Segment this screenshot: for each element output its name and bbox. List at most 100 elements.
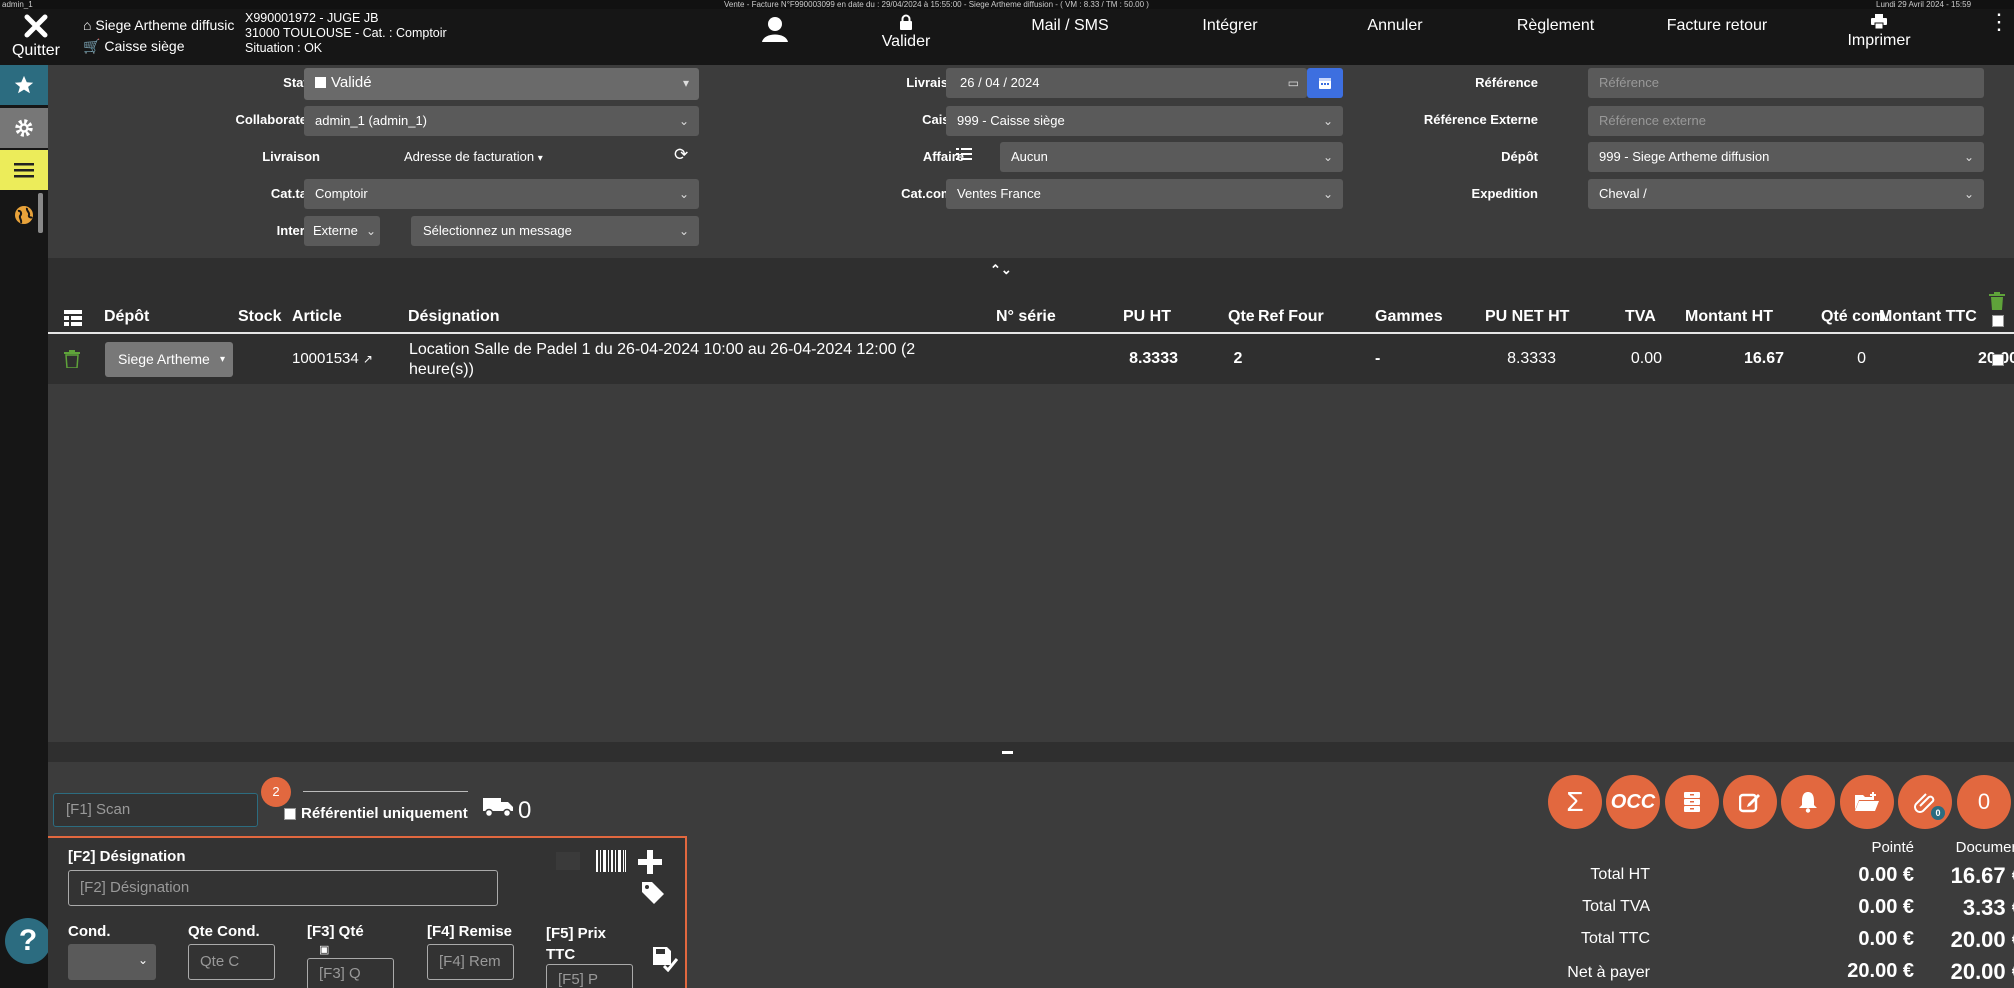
line-article-link[interactable]: 10001534 ↗ bbox=[292, 350, 373, 367]
designation-input[interactable]: [F2] Désignation bbox=[68, 870, 498, 906]
integrate-button[interactable]: Intégrer bbox=[1195, 17, 1265, 35]
ref-input[interactable]: Référence bbox=[1588, 68, 1984, 98]
sum-button[interactable]: Σ bbox=[1548, 775, 1602, 829]
notification-button[interactable] bbox=[1781, 775, 1835, 829]
column-chooser-button[interactable] bbox=[64, 310, 82, 331]
label-tag-icon[interactable] bbox=[556, 852, 580, 870]
catcomp-select[interactable]: Ventes France ⌄ bbox=[946, 179, 1343, 209]
message-select[interactable]: Sélectionnez un message ⌄ bbox=[411, 216, 699, 246]
livdate-input[interactable]: 26 / 04 / 2024 ▭ bbox=[946, 68, 1307, 98]
line-depot-select[interactable]: Siege Artheme ▾ bbox=[105, 342, 233, 377]
qte-label: [F3] Qté bbox=[307, 923, 364, 940]
delete-all-button[interactable] bbox=[1989, 292, 2005, 315]
qtecond-label: Qte Cond. bbox=[188, 923, 260, 940]
add-item-button[interactable] bbox=[638, 850, 662, 879]
line-puht[interactable]: 8.3333 bbox=[1118, 350, 1178, 368]
refext-label: Référence Externe bbox=[1423, 112, 1538, 127]
select-all-checkbox[interactable] bbox=[1992, 315, 2004, 327]
customer-button[interactable] bbox=[760, 15, 790, 48]
refext-input[interactable]: Référence externe bbox=[1588, 106, 1984, 136]
col-montantht[interactable]: Montant HT bbox=[1685, 308, 1773, 326]
register-selector[interactable]: 🛒 Caisse siège bbox=[83, 38, 184, 55]
attach-count: 0 bbox=[1931, 806, 1945, 820]
col-tva[interactable]: TVA bbox=[1625, 308, 1656, 326]
col-serie[interactable]: N° série bbox=[996, 308, 1056, 326]
occ-button[interactable]: OCC bbox=[1606, 775, 1660, 829]
interne-select[interactable]: Externe ⌄ bbox=[304, 216, 380, 246]
collab-select[interactable]: admin_1 (admin_1) ⌄ bbox=[304, 106, 699, 136]
cond-label: Cond. bbox=[68, 923, 111, 940]
help-button[interactable]: ? bbox=[5, 918, 51, 964]
col-montantttc[interactable]: Montant TTC bbox=[1879, 308, 1977, 326]
col-designation[interactable]: Désignation bbox=[408, 308, 500, 326]
chevron-up-icon: ⌃ bbox=[990, 262, 1001, 277]
line-qte[interactable]: 2 bbox=[1228, 350, 1248, 368]
collapse-toggle[interactable]: ⌃⌄ bbox=[990, 262, 1012, 278]
qte-input[interactable]: [F3] Q bbox=[307, 958, 394, 988]
trash-icon bbox=[1989, 292, 2005, 310]
col-puht[interactable]: PU HT bbox=[1123, 308, 1171, 326]
col-depot[interactable]: Dépôt bbox=[104, 308, 149, 326]
col-qte[interactable]: Qte bbox=[1228, 308, 1255, 326]
col-stock[interactable]: Stock bbox=[238, 308, 282, 326]
sidebar-scrollbar[interactable] bbox=[38, 193, 43, 233]
qtecond-input[interactable]: Qte C bbox=[188, 944, 275, 980]
prix-input[interactable]: [F5] P bbox=[546, 964, 633, 988]
list-icon bbox=[956, 148, 972, 160]
counter-button[interactable]: 0 bbox=[1957, 775, 2011, 829]
col-article[interactable]: Article bbox=[292, 308, 342, 326]
left-sidebar: ? bbox=[0, 65, 51, 988]
lines-empty-area bbox=[48, 384, 2014, 742]
table-row[interactable]: Siege Artheme ▾ 10001534 ↗ Location Sall… bbox=[48, 334, 2014, 384]
quit-button[interactable]: Quitter bbox=[6, 11, 66, 60]
save-line-button[interactable] bbox=[652, 946, 679, 977]
cattarif-select[interactable]: Comptoir ⌄ bbox=[304, 179, 699, 209]
price-tag-button[interactable] bbox=[640, 880, 666, 911]
print-button[interactable]: Imprimer bbox=[1843, 14, 1915, 50]
validate-button[interactable]: Valider bbox=[876, 14, 936, 51]
caisse-select[interactable]: 999 - Caisse siège ⌄ bbox=[946, 106, 1343, 136]
store-selector[interactable]: ⌂ Siege Artheme diffusic bbox=[83, 17, 234, 33]
delivery-button[interactable] bbox=[483, 796, 513, 823]
affaire-list-button[interactable] bbox=[956, 147, 972, 166]
attachments-button[interactable]: 0 bbox=[1898, 775, 1952, 829]
affaire-select[interactable]: Aucun ⌄ bbox=[1000, 142, 1343, 172]
folder-button[interactable] bbox=[1840, 775, 1894, 829]
return-invoice-button[interactable]: Facture retour bbox=[1662, 17, 1772, 35]
cond-select[interactable]: ⌄ bbox=[68, 944, 156, 980]
barcode-button[interactable] bbox=[596, 850, 626, 877]
customer-info[interactable]: X990001972 - JUGE JB 31000 TOULOUSE - Ca… bbox=[245, 11, 447, 56]
remise-input[interactable]: [F4] Rem bbox=[427, 944, 514, 980]
edit-button[interactable] bbox=[1723, 775, 1777, 829]
mail-sms-button[interactable]: Mail / SMS bbox=[1020, 17, 1120, 35]
col-punetht[interactable]: PU NET HT bbox=[1485, 308, 1569, 326]
chevron-down-icon: ⌄ bbox=[1322, 150, 1333, 164]
expedition-select[interactable]: Cheval / ⌄ bbox=[1588, 179, 1984, 209]
save-icon bbox=[653, 947, 679, 973]
line-designation-2: heure(s)) bbox=[409, 361, 474, 378]
payment-button[interactable]: Règlement bbox=[1508, 17, 1603, 35]
referentiel-checkbox[interactable] bbox=[284, 808, 296, 820]
more-menu-button[interactable]: ⋮ bbox=[1988, 11, 2010, 33]
delete-line-button[interactable] bbox=[64, 350, 80, 373]
refresh-button[interactable]: ⟳ bbox=[674, 145, 688, 165]
depot-select[interactable]: 999 - Siege Artheme diffusion ⌄ bbox=[1588, 142, 1984, 172]
pane-splitter[interactable] bbox=[48, 742, 2014, 762]
stack-button[interactable] bbox=[1665, 775, 1719, 829]
col-gammes[interactable]: Gammes bbox=[1375, 308, 1443, 326]
col-reffour[interactable]: Ref Four bbox=[1258, 308, 1324, 326]
referentiel-label: Référentiel uniquement bbox=[301, 805, 468, 822]
calendar-button[interactable] bbox=[1307, 68, 1343, 98]
sidebar-settings[interactable] bbox=[0, 108, 48, 148]
scan-input[interactable]: [F1] Scan bbox=[53, 793, 258, 827]
statut-select[interactable]: Validé ▾ bbox=[304, 68, 699, 100]
sidebar-menu[interactable] bbox=[0, 150, 48, 190]
livraison-address-dropdown[interactable]: Adresse de facturation ▾ bbox=[404, 149, 543, 164]
cancel-button[interactable]: Annuler bbox=[1360, 17, 1430, 35]
depot-label: Dépôt bbox=[1501, 149, 1538, 164]
sidebar-favorites[interactable] bbox=[0, 65, 48, 105]
line-checkbox[interactable] bbox=[1992, 354, 2004, 366]
help-icon: ? bbox=[18, 924, 38, 957]
line-montantttc: 20.00 bbox=[1948, 350, 2014, 368]
total-tva-pointe: 0.00 € bbox=[1858, 896, 1914, 918]
